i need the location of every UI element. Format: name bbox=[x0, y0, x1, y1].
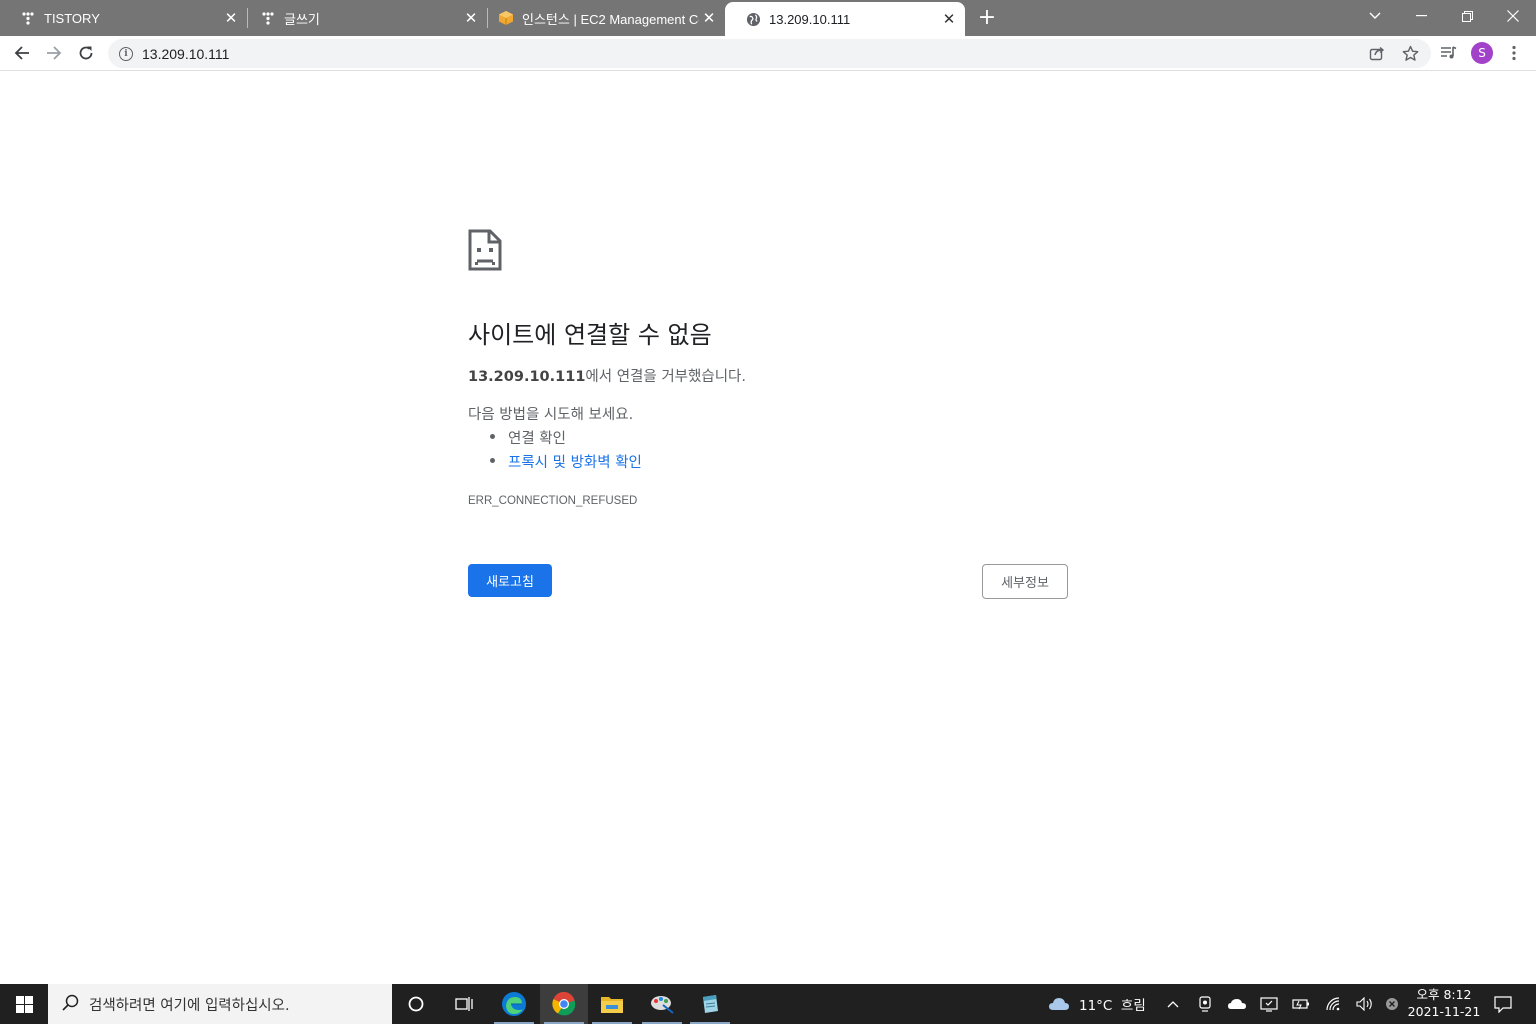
windows-start-button[interactable] bbox=[0, 984, 48, 1024]
suggestion-text: 연결 확인 bbox=[508, 431, 566, 447]
tab-tistory[interactable]: TISTORY ✕ bbox=[0, 0, 247, 36]
close-icon[interactable]: ✕ bbox=[221, 8, 241, 28]
error-heading: 사이트에 연결할 수 없음 bbox=[468, 321, 712, 349]
taskbar-search-box[interactable]: 검색하려면 여기에 입력하십시오. bbox=[48, 984, 392, 1024]
weather-text: 11°C 흐림 bbox=[1079, 998, 1146, 1014]
error-block: 사이트에 연결할 수 없음 13.209.10.111에서 연결을 거부했습니다… bbox=[468, 229, 1068, 507]
task-view-icon[interactable] bbox=[440, 984, 488, 1024]
browser-toolbar: i 13.209.10.111 S bbox=[0, 36, 1536, 71]
close-icon[interactable]: ✕ bbox=[699, 8, 719, 28]
tab-title: 글쓰기 bbox=[284, 11, 320, 27]
cortana-icon[interactable] bbox=[392, 984, 440, 1024]
proxy-firewall-link[interactable]: 프록시 및 방화벽 확인 bbox=[508, 455, 642, 471]
address-bar[interactable]: i 13.209.10.111 bbox=[108, 39, 1431, 68]
error-description: 13.209.10.111에서 연결을 거부했습니다. bbox=[468, 365, 746, 386]
error-code: ERR_CONNECTION_REFUSED bbox=[468, 495, 638, 507]
taskbar-clock[interactable]: 오후 8:12 2021-11-21 bbox=[1404, 986, 1484, 1020]
security-icon[interactable] bbox=[1258, 984, 1280, 1024]
profile-avatar[interactable]: S bbox=[1471, 42, 1493, 64]
search-placeholder: 검색하려면 여기에 입력하십시오. bbox=[89, 997, 290, 1014]
tab-current[interactable]: 13.209.10.111 ✕ bbox=[725, 2, 965, 36]
cloud-icon bbox=[1048, 997, 1070, 1011]
suggestion-item: 프록시 및 방화벽 확인 bbox=[490, 451, 642, 472]
meet-now-icon[interactable] bbox=[1196, 984, 1214, 1024]
tab-write[interactable]: 글쓰기 ✕ bbox=[240, 0, 487, 36]
details-button[interactable]: 세부정보 bbox=[982, 564, 1068, 599]
tistory-icon bbox=[260, 10, 276, 26]
chrome-icon[interactable] bbox=[540, 984, 588, 1024]
paint-app-icon[interactable] bbox=[638, 984, 686, 1024]
bullet bbox=[490, 434, 495, 439]
tab-title: 인스턴스 | EC2 Management Co bbox=[522, 11, 699, 27]
aws-icon bbox=[498, 10, 514, 26]
bookmark-star-icon[interactable] bbox=[1397, 40, 1423, 66]
notification-blocked-icon[interactable] bbox=[1382, 984, 1402, 1024]
error-description-text: 에서 연결을 거부했습니다. bbox=[585, 369, 746, 385]
suggestions-intro: 다음 방법을 시도해 보세요. bbox=[468, 407, 634, 423]
minimize-button[interactable] bbox=[1398, 0, 1444, 32]
error-host: 13.209.10.111 bbox=[468, 369, 586, 385]
globe-icon bbox=[745, 11, 761, 27]
tab-strip: TISTORY ✕ 글쓰기 ✕ 인스턴스 | EC2 Management Co… bbox=[0, 0, 1536, 36]
tab-search-icon[interactable] bbox=[1352, 0, 1398, 32]
reload-button[interactable]: 새로고침 bbox=[468, 564, 552, 597]
battery-icon[interactable] bbox=[1290, 984, 1312, 1024]
tab-title: 13.209.10.111 bbox=[769, 11, 851, 27]
edge-icon[interactable] bbox=[490, 984, 538, 1024]
page-content: 사이트에 연결할 수 없음 13.209.10.111에서 연결을 거부했습니다… bbox=[0, 71, 1536, 984]
tistory-icon bbox=[20, 10, 36, 26]
bullet bbox=[490, 458, 495, 463]
close-icon[interactable]: ✕ bbox=[939, 9, 959, 29]
volume-icon[interactable] bbox=[1354, 984, 1376, 1024]
address-url: 13.209.10.111 bbox=[142, 45, 230, 62]
menu-kebab-icon[interactable] bbox=[1501, 40, 1527, 66]
weather-widget[interactable]: 11°C 흐림 bbox=[1048, 984, 1146, 1024]
tray-expand-icon[interactable] bbox=[1164, 984, 1182, 1024]
file-explorer-icon[interactable] bbox=[588, 984, 636, 1024]
suggestion-item: 연결 확인 bbox=[490, 427, 566, 448]
tab-ec2[interactable]: 인스턴스 | EC2 Management Co ✕ bbox=[478, 0, 725, 36]
share-icon[interactable] bbox=[1364, 40, 1390, 66]
wifi-icon[interactable] bbox=[1323, 984, 1345, 1024]
new-tab-button[interactable]: + bbox=[975, 5, 999, 30]
action-center-icon[interactable] bbox=[1490, 984, 1516, 1024]
forward-button[interactable] bbox=[40, 39, 68, 67]
site-info-icon[interactable]: i bbox=[119, 46, 133, 61]
windows-taskbar: 검색하려면 여기에 입력하십시오. 11°C 흐림 오후 8:12 2021-1… bbox=[0, 984, 1536, 1024]
close-window-button[interactable] bbox=[1490, 0, 1536, 32]
sad-page-icon bbox=[468, 229, 502, 273]
restore-button[interactable] bbox=[1444, 0, 1490, 32]
search-icon bbox=[62, 994, 79, 1015]
media-control-icon[interactable] bbox=[1436, 40, 1462, 66]
notepad-app-icon[interactable] bbox=[686, 984, 734, 1024]
reload-icon[interactable] bbox=[72, 39, 100, 67]
tab-title: TISTORY bbox=[44, 10, 100, 26]
back-button[interactable] bbox=[8, 39, 36, 67]
clock-time: 오후 8:12 bbox=[1416, 987, 1472, 1002]
clock-date: 2021-11-21 bbox=[1407, 1004, 1481, 1019]
onedrive-icon[interactable] bbox=[1226, 984, 1248, 1024]
